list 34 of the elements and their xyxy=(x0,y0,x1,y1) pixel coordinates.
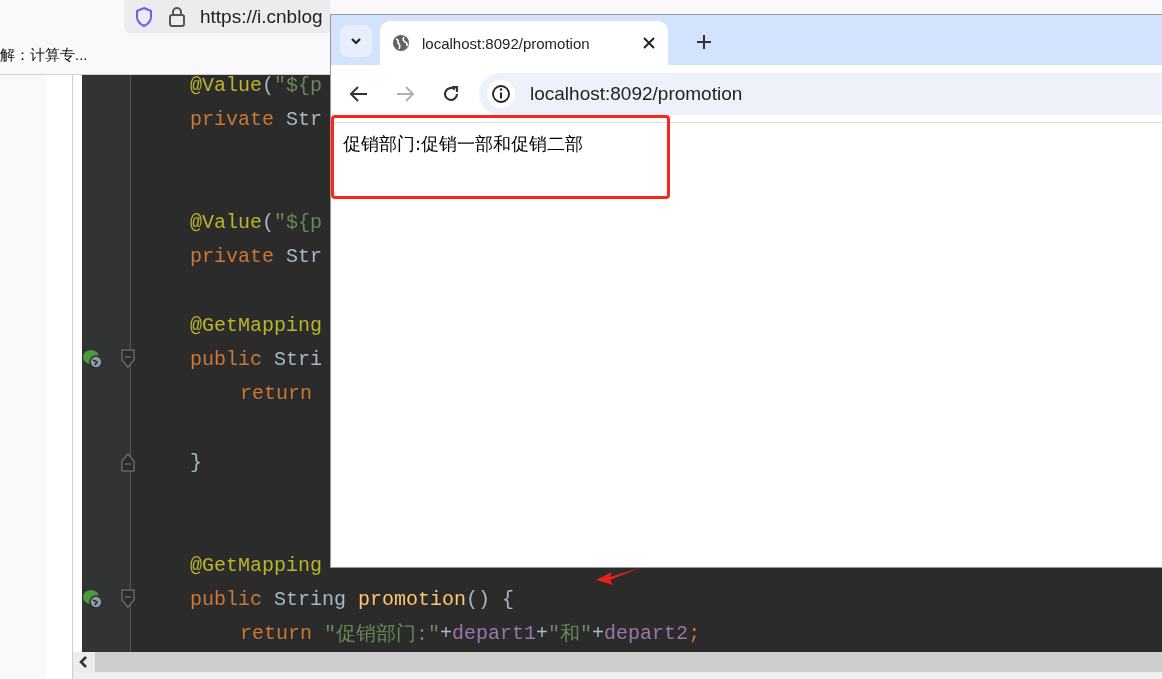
fold-icon[interactable] xyxy=(120,588,136,611)
scroll-left-icon[interactable] xyxy=(73,652,95,672)
new-tab-icon[interactable] xyxy=(696,34,712,50)
code-line: public Stri xyxy=(190,348,324,371)
reload-icon[interactable] xyxy=(441,83,461,104)
bookmark-item[interactable]: 解：计算专... xyxy=(0,46,88,65)
code-line: public String promotion() { xyxy=(190,588,515,612)
annotation-arrow xyxy=(596,566,644,586)
browser-tab[interactable]: localhost:8092/promotion xyxy=(380,21,668,65)
code-line: @Value("${p xyxy=(190,210,323,234)
bean-globe-icon[interactable] xyxy=(82,588,104,611)
fold-icon[interactable] xyxy=(120,451,136,474)
horizontal-scrollbar[interactable] xyxy=(73,652,1162,672)
code-line: @GetMapping xyxy=(190,553,323,577)
code-line: return xyxy=(240,382,313,406)
address-field[interactable]: localhost:8092/promotion xyxy=(479,72,1162,115)
shield-icon xyxy=(134,5,154,28)
code-line: private Str xyxy=(190,107,324,131)
close-icon[interactable] xyxy=(642,36,656,50)
code-line: } xyxy=(190,450,202,474)
code-line: @GetMapping xyxy=(190,313,323,337)
code-line: return "促销部门:"+depart1+"和"+depart2; xyxy=(240,621,701,648)
code-line: @Value("${p xyxy=(190,75,323,97)
info-icon[interactable] xyxy=(486,78,516,109)
code-line: private Str xyxy=(190,245,324,269)
fold-icon[interactable] xyxy=(120,348,136,371)
back-icon[interactable] xyxy=(349,84,369,103)
page-text: 促销部门:促销一部和促销二部 xyxy=(343,133,584,154)
lock-icon xyxy=(168,5,186,28)
globe-icon xyxy=(392,34,410,52)
tab-list-button[interactable] xyxy=(340,25,372,57)
bean-globe-icon[interactable] xyxy=(82,348,104,371)
address-field[interactable]: https://i.cnblog xyxy=(124,0,330,33)
chevron-down-icon[interactable] xyxy=(349,36,363,46)
